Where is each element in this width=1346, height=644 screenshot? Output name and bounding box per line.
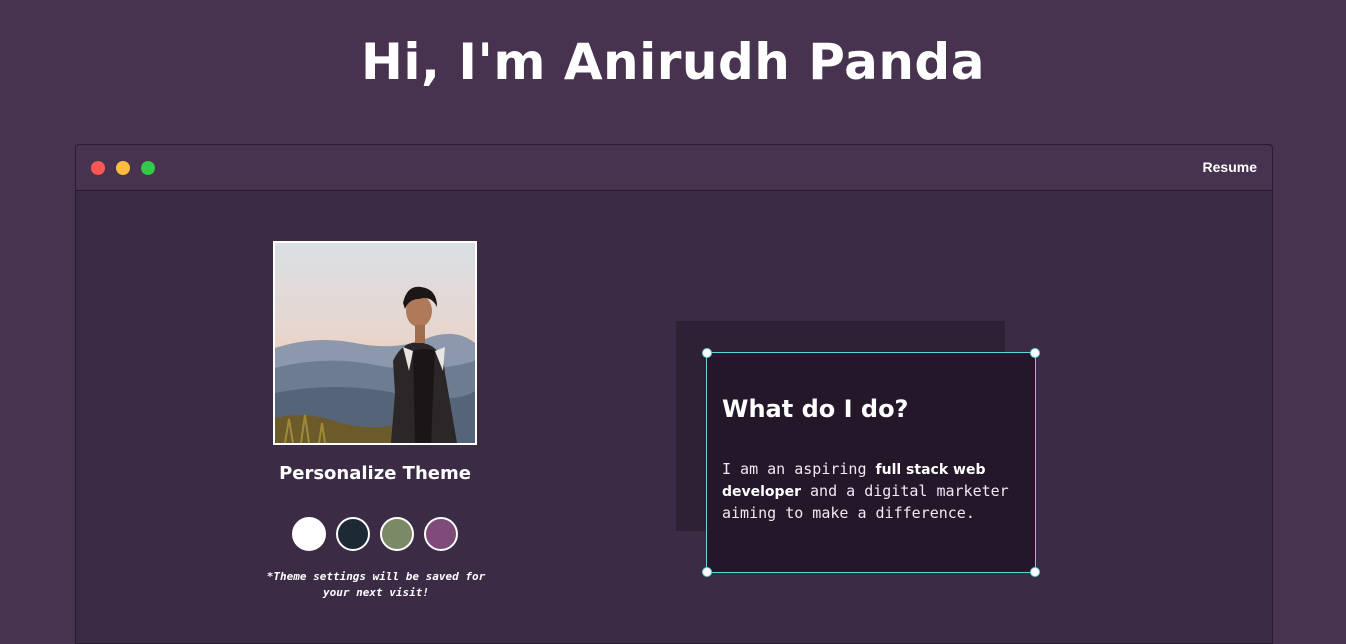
- theme-swatch-light[interactable]: [292, 517, 326, 551]
- theme-note-line: *Theme settings will be saved for: [266, 570, 486, 583]
- theme-swatch-purple[interactable]: [424, 517, 458, 551]
- theme-swatch-green[interactable]: [380, 517, 414, 551]
- theme-note: *Theme settings will be saved for your n…: [246, 569, 506, 601]
- resize-handle-icon[interactable]: [1030, 348, 1040, 358]
- profile-photo: [273, 241, 477, 445]
- minimize-window-button[interactable]: [116, 161, 130, 175]
- about-card[interactable]: What do I do? I am an aspiring full stac…: [702, 348, 1040, 577]
- close-window-button[interactable]: [91, 161, 105, 175]
- theme-note-line: your next visit!: [323, 586, 429, 599]
- page-title: Hi, I'm Anirudh Panda: [361, 33, 985, 91]
- browser-window: Resume Personalize Theme *Theme settings…: [75, 144, 1273, 644]
- about-text-prefix: I am an aspiring: [722, 460, 876, 478]
- theme-swatch-blue[interactable]: [336, 517, 370, 551]
- resize-handle-icon[interactable]: [1030, 567, 1040, 577]
- about-card-text: I am an aspiring full stack web develope…: [722, 459, 1022, 524]
- about-card-title: What do I do?: [722, 395, 909, 423]
- resume-link[interactable]: Resume: [1203, 159, 1257, 175]
- profile-photo-image: [275, 243, 475, 443]
- resize-handle-icon[interactable]: [702, 348, 712, 358]
- personalize-theme-heading: Personalize Theme: [279, 463, 471, 484]
- maximize-window-button[interactable]: [141, 161, 155, 175]
- window-titlebar: Resume: [76, 145, 1272, 191]
- resize-handle-icon[interactable]: [702, 567, 712, 577]
